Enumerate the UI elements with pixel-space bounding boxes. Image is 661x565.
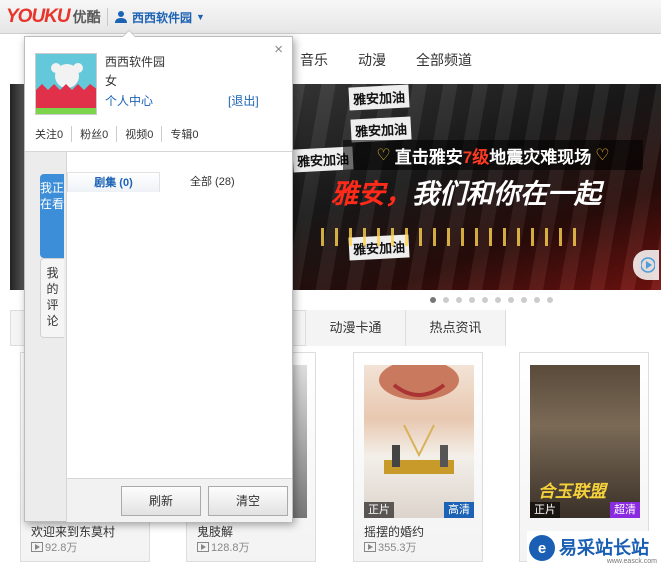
profile-name: 西西软件园 xyxy=(105,55,166,69)
play-icon xyxy=(641,257,655,273)
tab-my-comments[interactable]: 我的评论 xyxy=(40,258,64,338)
video-title[interactable]: 鬼肢解 xyxy=(197,523,233,540)
chevron-down-icon: ▼ xyxy=(196,12,205,22)
avatar-image xyxy=(36,54,96,114)
badge-hd: 高清 xyxy=(444,502,474,518)
tagline-red: 雅安， xyxy=(331,179,412,209)
poster-title-text: 合玉联盟 xyxy=(538,482,606,501)
carousel-dots xyxy=(430,297,553,303)
subtab-all[interactable]: 全部 (28) xyxy=(190,172,235,192)
refresh-button[interactable]: 刷新 xyxy=(121,486,201,516)
carousel-dot[interactable] xyxy=(534,297,540,303)
carousel-dot[interactable] xyxy=(495,297,501,303)
avatar[interactable] xyxy=(35,53,97,115)
nav-item-all-channels[interactable]: 全部频道 xyxy=(416,50,472,70)
heart-icon: ♡ xyxy=(595,147,610,164)
headline-post: 地震灾难现场 xyxy=(489,147,592,167)
hero-banner[interactable]: 雅安加油 雅安加油 雅安加油 雅安加油 ♡ 直击雅安 7级 地震灾难现场 ♡ 雅安，… xyxy=(291,84,661,290)
divider xyxy=(107,8,108,26)
watch-list-area: 剧集 (0) 全部 (28) xyxy=(66,152,292,478)
video-poster[interactable]: 合玉联盟 正片 超清 xyxy=(530,365,640,518)
site-watermark: e 易采站长站 www.easck.com xyxy=(527,531,661,565)
badge-feature: 正片 xyxy=(364,502,394,518)
carousel-dot[interactable] xyxy=(547,297,553,303)
tab-anime-cartoon[interactable]: 动漫卡通 xyxy=(305,310,405,346)
candles-decoration xyxy=(321,228,581,246)
carousel-dot[interactable] xyxy=(508,297,514,303)
badge-super-hd: 超清 xyxy=(610,502,640,518)
profile-stats: 关注0 粉丝0 视频0 专辑0 xyxy=(35,126,207,142)
views-icon xyxy=(31,542,43,552)
next-slide-button[interactable] xyxy=(633,250,659,280)
panel-actions: 刷新 清空 xyxy=(66,478,292,522)
heart-icon: ♡ xyxy=(376,147,391,164)
carousel-dot[interactable] xyxy=(521,297,527,303)
video-views: 92.8万 xyxy=(31,539,77,555)
views-count: 128.8万 xyxy=(211,542,250,554)
profile-gender: 女 xyxy=(105,74,118,88)
close-icon[interactable]: × xyxy=(274,41,283,58)
user-dropdown-panel: × 西西软件园 女 个人中心 [退出] 关注0 粉丝0 视频0 专辑0 我正在看… xyxy=(24,30,293,522)
video-views: 128.8万 xyxy=(197,539,250,555)
stat-albums[interactable]: 专辑0 xyxy=(161,126,206,142)
views-count: 92.8万 xyxy=(45,542,78,554)
video-views: 355.3万 xyxy=(364,539,417,555)
logo-text: YOUKU xyxy=(6,6,71,27)
carousel-dot[interactable] xyxy=(482,297,488,303)
user-menu-trigger[interactable]: 西西软件园 ▼ xyxy=(114,8,205,26)
easck-logo-icon: e xyxy=(529,535,555,561)
video-card[interactable]: 正片 高清 摇摆的婚约 355.3万 xyxy=(353,352,483,562)
carousel-dot[interactable] xyxy=(469,297,475,303)
banner-tagline: 雅安，我们和你在一起 xyxy=(331,172,601,211)
banner-sign: 雅安加油 xyxy=(348,84,410,111)
watermark-text: 易采站长站 xyxy=(559,538,649,558)
youku-logo[interactable]: YOUKU 优酷 xyxy=(6,6,101,28)
subtab-series[interactable]: 剧集 (0) xyxy=(67,172,160,192)
video-poster[interactable]: 正片 高清 xyxy=(364,365,474,518)
stat-videos[interactable]: 视频0 xyxy=(116,126,161,142)
headline-highlight: 7级 xyxy=(462,147,490,167)
stat-fans[interactable]: 粉丝0 xyxy=(71,126,116,142)
banner-sign: 雅安加油 xyxy=(350,116,412,143)
personal-center-link[interactable]: 个人中心 xyxy=(105,92,153,109)
tab-hot-news[interactable]: 热点资讯 xyxy=(405,310,505,346)
video-title[interactable]: 欢迎来到东莫村 xyxy=(31,523,115,540)
carousel-dot[interactable] xyxy=(443,297,449,303)
user-icon xyxy=(115,11,127,23)
nav-item-music[interactable]: 音乐 xyxy=(300,50,328,70)
logout-link[interactable]: [退出] xyxy=(228,92,259,109)
top-bar: YOUKU 优酷 西西软件园 ▼ xyxy=(0,0,661,34)
views-icon xyxy=(364,542,376,552)
banner-prev-slide[interactable] xyxy=(10,84,24,290)
username-label: 西西软件园 xyxy=(132,10,193,25)
page: YOUKU 优酷 西西软件园 ▼ 音乐 动漫 全部频道 雅安加油 雅安加油 雅安加… xyxy=(0,0,661,565)
panel-body: 我正在看 我的评论 剧集 (0) 全部 (28) 刷新 清空 xyxy=(25,151,292,522)
main-nav: 音乐 动漫 全部频道 xyxy=(300,50,502,70)
carousel-dot[interactable] xyxy=(456,297,462,303)
nav-item-anime[interactable]: 动漫 xyxy=(358,50,386,70)
clear-button[interactable]: 清空 xyxy=(208,486,288,516)
tab-watching[interactable]: 我正在看 xyxy=(40,174,64,258)
badge-feature: 正片 xyxy=(530,502,560,518)
views-count: 355.3万 xyxy=(378,542,417,554)
watermark-url: www.easck.com xyxy=(606,558,657,565)
views-icon xyxy=(197,542,209,552)
stat-following[interactable]: 关注0 xyxy=(35,126,71,142)
logo-sub-text: 优酷 xyxy=(72,9,101,25)
video-title[interactable]: 摇摆的婚约 xyxy=(364,523,424,540)
carousel-dot[interactable] xyxy=(430,297,436,303)
headline-pre: 直击雅安 xyxy=(394,147,463,167)
banner-headline: ♡ 直击雅安 7级 地震灾难现场 ♡ xyxy=(343,140,643,170)
poster-figure xyxy=(379,365,459,474)
tagline-text: 我们和你在一起 xyxy=(412,179,601,209)
